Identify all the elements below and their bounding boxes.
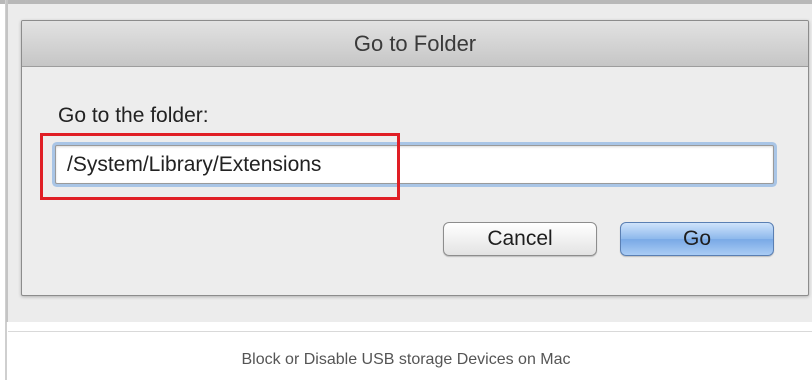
go-to-folder-dialog: Go to Folder Go to the folder: Cancel Go (21, 20, 809, 296)
dialog-title: Go to Folder (353, 31, 477, 56)
folder-path-input[interactable] (55, 145, 774, 184)
figure-caption: Block or Disable USB storage Devices on … (241, 351, 571, 368)
go-button[interactable]: Go (620, 222, 774, 256)
dialog-titlebar[interactable]: Go to Folder (22, 21, 808, 67)
cancel-button[interactable]: Cancel (443, 222, 597, 256)
folder-label: Go to the folder: (58, 104, 209, 127)
caption-divider (8, 331, 812, 332)
figure-frame: Go to Folder Go to the folder: Cancel Go… (0, 0, 812, 380)
